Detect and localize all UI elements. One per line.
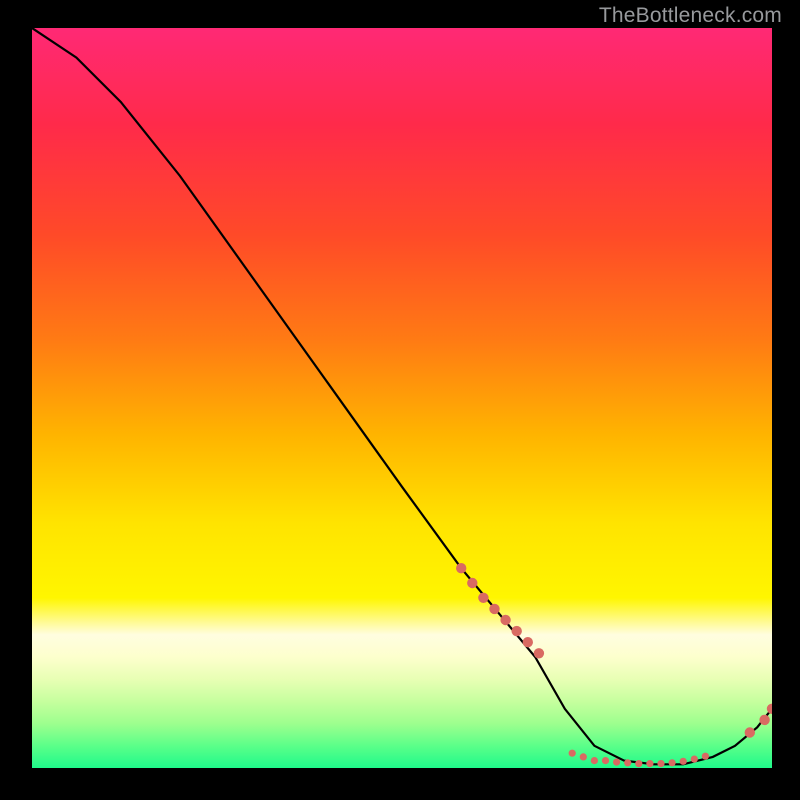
data-marker bbox=[624, 759, 631, 766]
data-marker bbox=[680, 758, 687, 765]
chart-frame: TheBottleneck.com bbox=[0, 0, 800, 800]
data-marker bbox=[657, 760, 664, 767]
attribution-label: TheBottleneck.com bbox=[599, 4, 782, 28]
data-marker bbox=[767, 704, 772, 714]
data-marker bbox=[669, 759, 676, 766]
data-marker bbox=[613, 759, 620, 766]
data-marker bbox=[759, 715, 769, 725]
data-marker bbox=[580, 753, 587, 760]
data-marker bbox=[500, 615, 510, 625]
curve-layer bbox=[32, 28, 772, 768]
data-marker bbox=[602, 757, 609, 764]
data-marker bbox=[512, 626, 522, 636]
data-marker bbox=[523, 637, 533, 647]
data-marker bbox=[745, 727, 755, 737]
data-marker bbox=[691, 756, 698, 763]
marker-group bbox=[456, 563, 772, 767]
data-marker bbox=[646, 760, 653, 767]
bottleneck-curve bbox=[32, 28, 772, 764]
data-marker bbox=[591, 757, 598, 764]
data-marker bbox=[489, 604, 499, 614]
data-marker bbox=[478, 593, 488, 603]
plot-area bbox=[32, 28, 772, 768]
data-marker bbox=[456, 563, 466, 573]
data-marker bbox=[467, 578, 477, 588]
data-marker bbox=[569, 750, 576, 757]
curve-path-group bbox=[32, 28, 772, 764]
data-marker bbox=[635, 760, 642, 767]
data-marker bbox=[702, 753, 709, 760]
data-marker bbox=[534, 648, 544, 658]
